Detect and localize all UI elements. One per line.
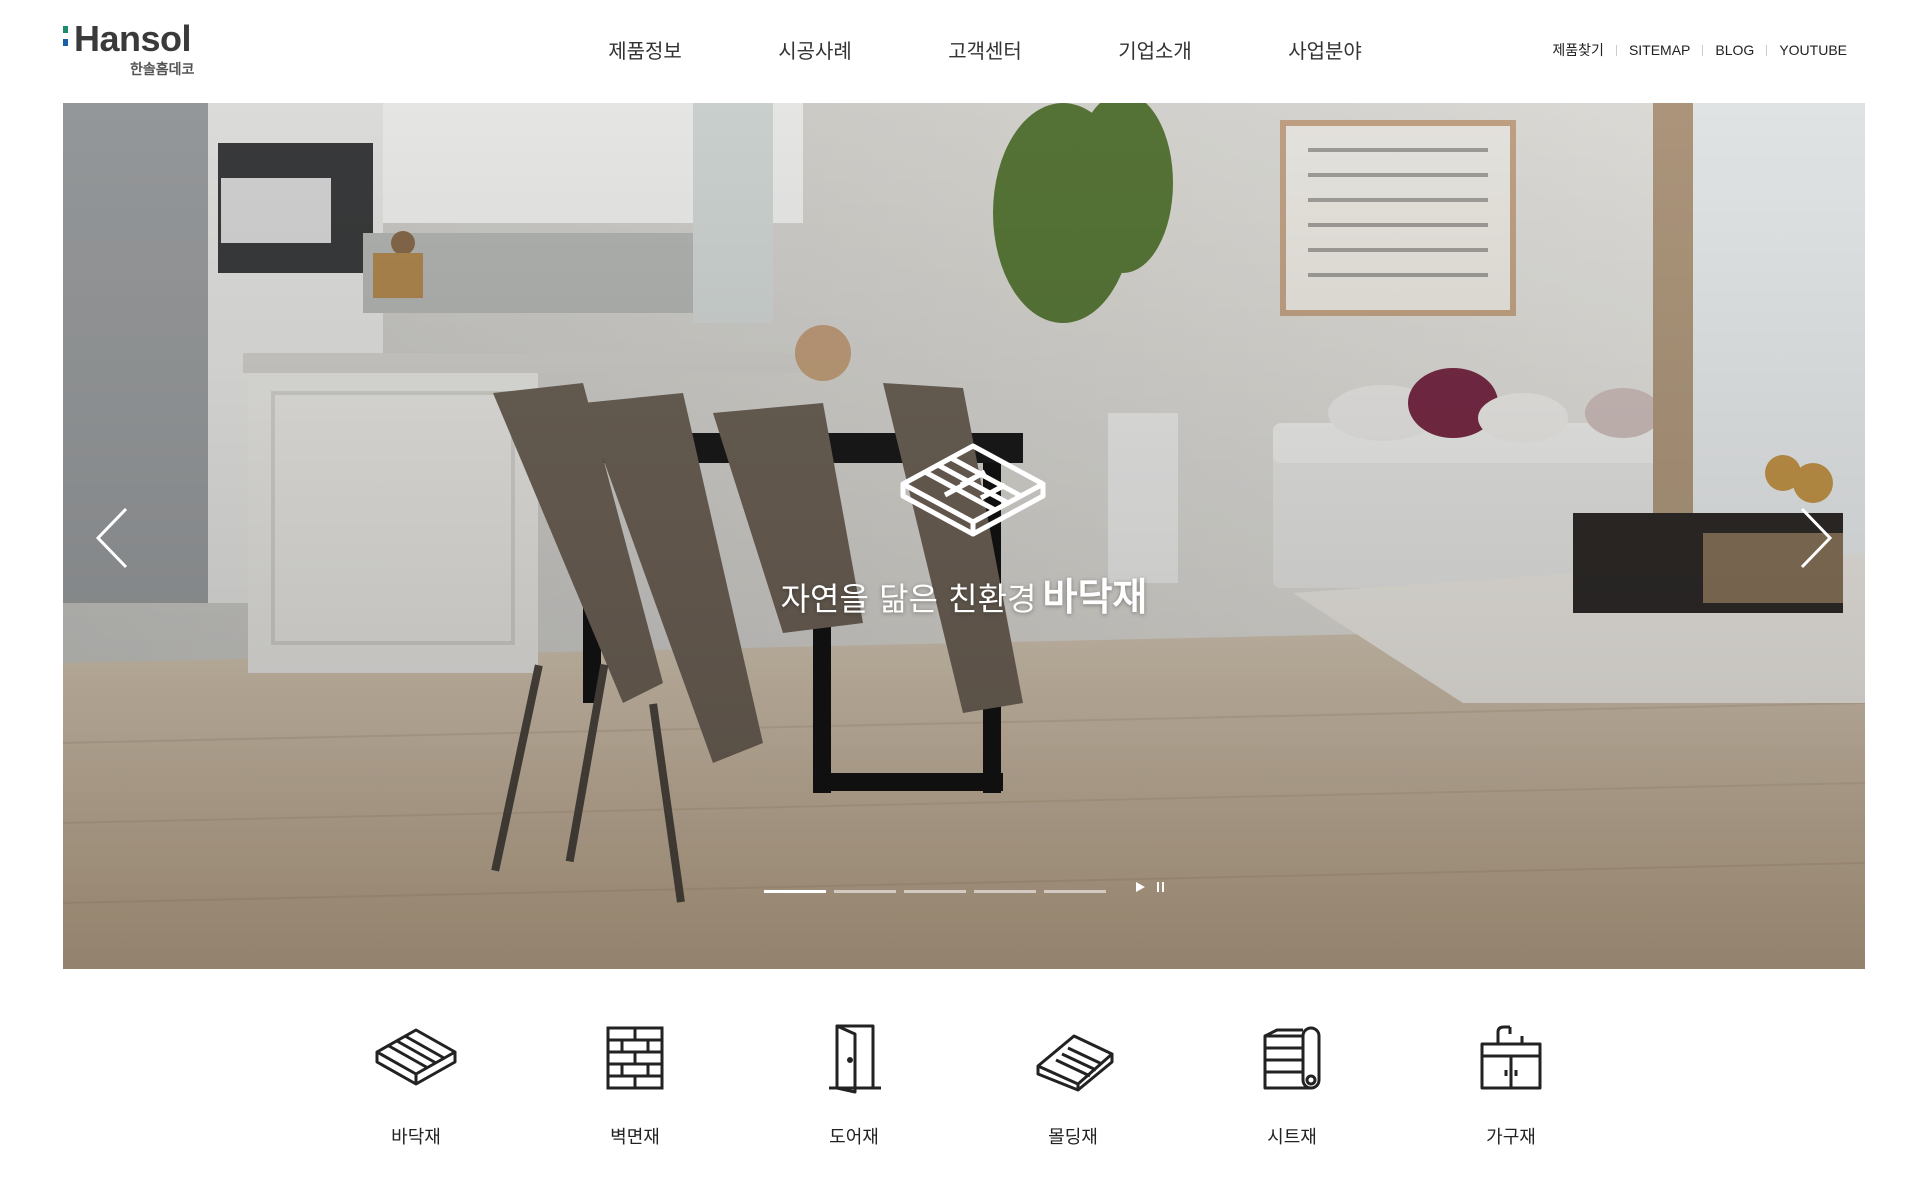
util-link-blog[interactable]: BLOG — [1715, 40, 1754, 60]
category-item-door[interactable]: 도어재 — [784, 1000, 924, 1170]
category-menu: 바닥재 벽면재 도어재 몰딩재 시트재 가구재 — [310, 1000, 1610, 1170]
category-item-sheet[interactable]: 시트재 — [1222, 1000, 1362, 1170]
util-link-sitemap[interactable]: SITEMAP — [1629, 40, 1690, 60]
nav-item-company[interactable]: 기업소개 — [1070, 35, 1240, 67]
logo-subtitle: 한솔홈데코 — [130, 62, 195, 78]
util-link-product-search[interactable]: 제품찾기 — [1552, 40, 1604, 60]
category-label: 벽면재 — [610, 1127, 660, 1148]
slide-dot[interactable] — [834, 889, 896, 893]
flooring-icon — [375, 1028, 457, 1086]
divider — [1702, 44, 1704, 56]
category-label: 도어재 — [829, 1127, 879, 1148]
prev-slide-button[interactable] — [88, 503, 138, 573]
logo-wordmark: Hansol — [74, 18, 192, 59]
chevron-left-icon — [95, 507, 128, 569]
divider — [1766, 44, 1768, 56]
nav-item-business[interactable]: 사업분야 — [1240, 35, 1410, 67]
nav-item-cases[interactable]: 시공사례 — [730, 35, 900, 67]
molding-icon — [1036, 1034, 1114, 1092]
slide-dot[interactable] — [764, 889, 826, 893]
flooring-icon — [900, 443, 1046, 537]
slide-pagination — [764, 885, 1114, 897]
slide-dot[interactable] — [1044, 889, 1106, 893]
hero-caption-text: 자연을 닮은 친환경 — [780, 580, 1037, 618]
logo[interactable]: Hansol 한솔홈데코 — [63, 20, 203, 84]
divider — [1615, 44, 1617, 56]
category-label: 가구재 — [1486, 1127, 1536, 1148]
hero-caption: 자연을 닮은 친환경 바닥재 — [63, 575, 1865, 621]
slide-dot[interactable] — [974, 889, 1036, 893]
play-icon[interactable] — [1133, 880, 1149, 894]
utility-links: 제품찾기 SITEMAP BLOG YOUTUBE — [1552, 40, 1847, 60]
category-label: 몰딩재 — [1048, 1127, 1098, 1148]
sheet-roll-icon — [1263, 1026, 1321, 1090]
site-header: Hansol 한솔홈데코 제품정보 시공사례 고객센터 기업소개 사업분야 제품… — [0, 0, 1920, 103]
category-item-flooring[interactable]: 바닥재 — [346, 1000, 486, 1170]
hero-caption-highlight: 바닥재 — [1042, 575, 1148, 619]
slide-dot[interactable] — [904, 889, 966, 893]
chevron-right-icon — [1800, 507, 1833, 569]
util-link-youtube[interactable]: YOUTUBE — [1779, 40, 1847, 60]
category-item-wall-panel[interactable]: 벽면재 — [565, 1000, 705, 1170]
main-nav: 제품정보 시공사례 고객센터 기업소개 사업분야 — [560, 35, 1410, 67]
hero-slider: 자연을 닮은 친환경 바닥재 — [63, 103, 1865, 969]
category-item-molding[interactable]: 몰딩재 — [1003, 1000, 1143, 1170]
pause-icon[interactable] — [1153, 880, 1169, 894]
category-label: 시트재 — [1267, 1127, 1317, 1148]
cabinet-icon — [1480, 1025, 1542, 1090]
nav-item-products[interactable]: 제품정보 — [560, 35, 730, 67]
logo-mark — [63, 26, 68, 52]
door-icon — [829, 1024, 881, 1094]
category-item-furniture[interactable]: 가구재 — [1441, 1000, 1581, 1170]
next-slide-button[interactable] — [1790, 503, 1840, 573]
wall-panel-icon — [606, 1026, 664, 1090]
category-label: 바닥재 — [391, 1127, 441, 1148]
nav-item-customer-center[interactable]: 고객센터 — [900, 35, 1070, 67]
